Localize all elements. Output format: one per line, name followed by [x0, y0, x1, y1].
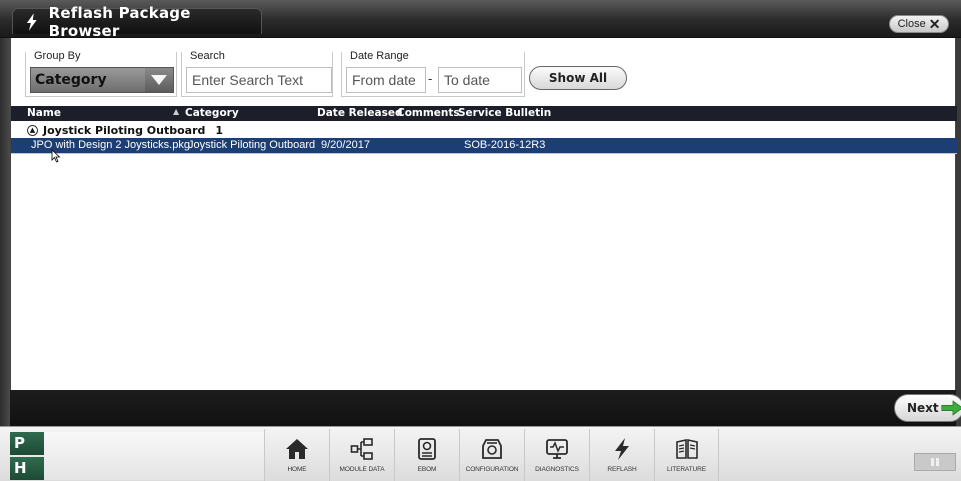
nav-item-configuration[interactable]: CONFIGURATION — [459, 429, 524, 481]
collapse-icon[interactable]: ▲ — [27, 124, 38, 136]
arrow-right-icon — [941, 400, 961, 416]
nav-item-literature[interactable]: LITERATURE — [654, 429, 719, 481]
nav-label-literature: LITERATURE — [667, 466, 706, 473]
reflash-package-browser-window: Reflash Package Browser Close ✕ Group By… — [0, 0, 961, 481]
mouse-cursor-icon — [51, 149, 61, 163]
literature-icon — [675, 439, 698, 459]
ph-logo: P H — [10, 432, 44, 480]
show-all-button[interactable]: Show All — [529, 66, 627, 90]
bottom-navigation: P H HOME MODULE DATA EBOM CONFIGURATION … — [0, 426, 961, 481]
table-header: Name ▲ Category Date Released Comments S… — [11, 106, 957, 121]
configuration-icon — [482, 439, 502, 459]
column-header-category[interactable]: Category — [185, 107, 239, 119]
window-title: Reflash Package Browser — [48, 3, 191, 40]
next-label: Next — [907, 401, 939, 415]
nav-label-module-data: MODULE DATA — [339, 466, 385, 473]
nav-label-diagnostics: DIAGNOSTICS — [535, 466, 579, 473]
close-icon: ✕ — [928, 16, 941, 32]
date-range-label: Date Range — [348, 50, 411, 62]
date-separator: - — [428, 71, 433, 86]
table-row[interactable]: JPO with Design 2 Joysticks.pkg Joystick… — [11, 138, 957, 154]
home-icon — [286, 439, 308, 459]
logo-p: P — [10, 432, 44, 455]
group-by-select[interactable]: Category — [30, 67, 174, 93]
row-category: Joystick Piloting Outboard — [188, 139, 316, 151]
row-service-bulletin: SOB-2016-12R3 — [464, 139, 546, 151]
title-bar: Reflash Package Browser Close ✕ — [0, 0, 961, 40]
logo-bar — [44, 432, 264, 480]
ebom-icon — [418, 438, 436, 460]
search-label: Search — [188, 50, 227, 62]
group-by-value: Category — [35, 72, 107, 88]
group-header-row[interactable]: ▲ Joystick Piloting Outboard 1 — [11, 122, 957, 138]
left-edge-frame — [0, 38, 10, 426]
group-by-field: Group By Category — [25, 50, 177, 97]
pause-icon-bar — [936, 458, 939, 466]
nav-items: HOME MODULE DATA EBOM CONFIGURATION DIAG… — [264, 429, 719, 481]
nav-item-diagnostics[interactable]: DIAGNOSTICS — [524, 429, 589, 481]
diagnostics-icon — [546, 439, 568, 459]
close-label: Close — [897, 18, 926, 30]
nav-item-ebom[interactable]: EBOM — [394, 429, 459, 481]
nav-label-ebom: EBOM — [417, 466, 437, 473]
reflash-icon — [615, 438, 629, 460]
action-bar: Next — [10, 390, 961, 426]
row-date-released: 9/20/2017 — [321, 139, 370, 151]
nav-item-module-data[interactable]: MODULE DATA — [329, 429, 394, 481]
date-from-input[interactable] — [346, 67, 426, 93]
nav-label-configuration: CONFIGURATION — [465, 466, 519, 473]
filter-bar: Group By Category Search Date Range - Sh… — [11, 38, 957, 104]
nav-item-home[interactable]: HOME — [264, 429, 329, 481]
close-button[interactable]: Close ✕ — [889, 15, 949, 33]
module-data-icon — [350, 438, 373, 460]
column-header-name[interactable]: Name — [27, 107, 61, 119]
nav-item-reflash[interactable]: REFLASH — [589, 429, 654, 481]
pause-icon — [931, 458, 934, 466]
nav-label-home: HOME — [287, 466, 307, 473]
nav-label-reflash: REFLASH — [607, 466, 637, 473]
column-header-date-released[interactable]: Date Released — [317, 107, 403, 119]
group-label: Joystick Piloting Outboard — [43, 123, 206, 137]
column-header-comments[interactable]: Comments — [397, 107, 460, 119]
group-count: 1 — [215, 123, 224, 137]
search-input[interactable] — [186, 67, 332, 93]
pause-control[interactable] — [914, 453, 956, 471]
search-field: Search — [181, 50, 333, 97]
sort-ascending-icon: ▲ — [173, 107, 180, 116]
date-range-field: Date Range - — [341, 50, 525, 97]
date-to-input[interactable] — [438, 67, 522, 93]
column-header-service-bulletin[interactable]: Service Bulletin — [458, 107, 551, 119]
chevron-down-icon[interactable] — [145, 68, 173, 92]
next-button[interactable]: Next — [894, 394, 961, 422]
browser-content: Group By Category Search Date Range - Sh… — [10, 38, 957, 390]
group-by-label: Group By — [32, 50, 83, 62]
logo-h: H — [10, 457, 44, 480]
title-tab: Reflash Package Browser — [12, 4, 262, 40]
lightning-icon — [26, 12, 37, 31]
